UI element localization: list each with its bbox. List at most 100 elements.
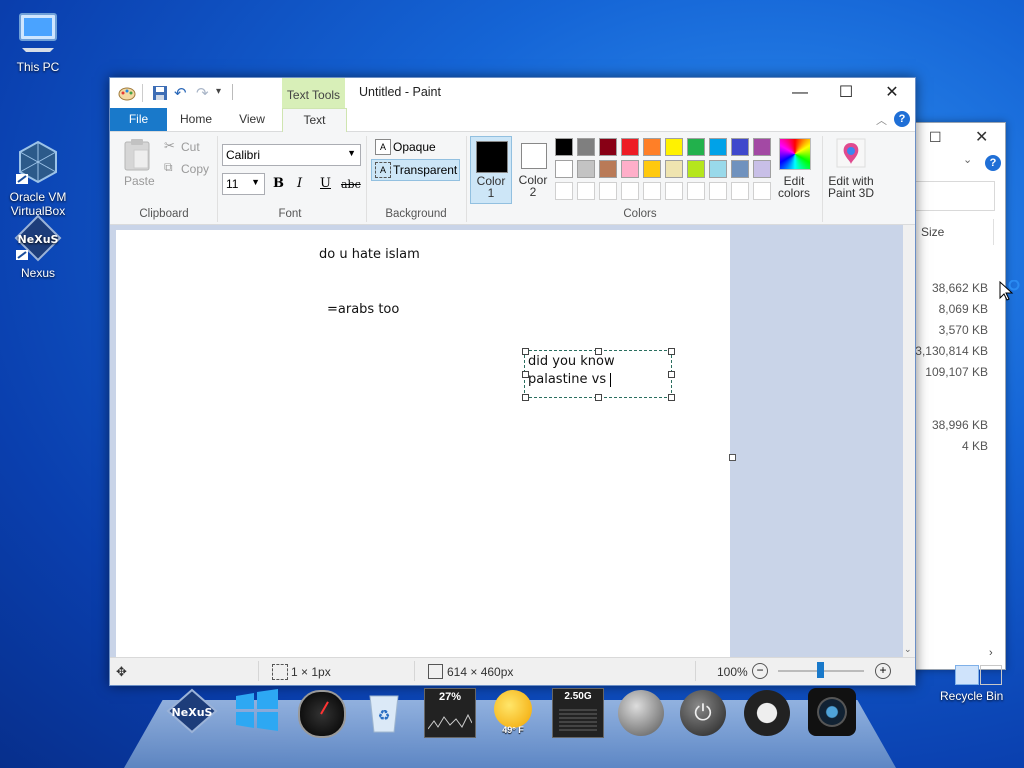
collapse-ribbon-icon[interactable]: ︿ — [876, 112, 887, 128]
canvas-resize-handle[interactable] — [729, 454, 736, 461]
scroll-right-arrow-icon[interactable]: › — [989, 647, 993, 659]
paint-app-icon[interactable] — [118, 84, 136, 102]
chevron-down-icon[interactable]: ⌄ — [963, 153, 972, 166]
media-player-icon[interactable] — [744, 690, 790, 736]
italic-icon[interactable]: I — [297, 176, 302, 191]
palette-swatch[interactable] — [753, 160, 771, 178]
palette-swatch[interactable] — [577, 138, 595, 156]
desktop-icon-label-recycle-bin[interactable]: Recycle Bin — [940, 689, 1003, 703]
redo-icon[interactable]: ↷ — [196, 84, 209, 102]
save-icon[interactable] — [152, 85, 168, 101]
palette-swatch[interactable] — [555, 160, 573, 178]
windows-start-icon[interactable] — [232, 688, 280, 732]
paint3d-icon[interactable] — [836, 138, 866, 168]
search-input[interactable] — [915, 181, 995, 211]
customize-qat-icon[interactable]: ▾ — [216, 86, 221, 97]
cpu-meter-icon[interactable]: 27% — [424, 688, 476, 738]
palette-swatch[interactable] — [665, 138, 683, 156]
zoom-slider-thumb[interactable] — [817, 662, 824, 678]
transparent-button[interactable]: A Transparent — [371, 159, 460, 181]
tab-view[interactable]: View — [227, 108, 277, 131]
strikethrough-icon[interactable]: abc — [341, 178, 361, 191]
palette-swatch[interactable] — [687, 182, 705, 200]
resize-handle[interactable] — [522, 371, 529, 378]
canvas-workspace[interactable]: do u hate islam =arabs too did you know … — [110, 225, 903, 657]
text-box-selection[interactable]: did you know palastine vs — [522, 348, 675, 401]
network-globe-icon[interactable] — [618, 690, 664, 736]
close-icon[interactable]: ✕ — [869, 78, 915, 108]
details-view-icon[interactable] — [955, 665, 979, 685]
palette-swatch[interactable] — [599, 182, 617, 200]
background-explorer-window[interactable]: ☐ ✕ ⌄ ? Size 38,662 KB 8,069 KB 3,570 KB… — [906, 122, 1006, 685]
large-icons-view-icon[interactable] — [980, 665, 1002, 685]
title-bar[interactable]: ↶ ↷ ▾ Text Tools Untitled - Paint — ☐ ✕ — [110, 78, 915, 108]
palette-swatch[interactable] — [665, 160, 683, 178]
paint-window[interactable]: ↶ ↷ ▾ Text Tools Untitled - Paint — ☐ ✕ … — [109, 77, 916, 686]
palette-swatch[interactable] — [643, 138, 661, 156]
maximize-icon[interactable]: ☐ — [823, 78, 869, 108]
drawing-canvas[interactable]: do u hate islam =arabs too did you know … — [116, 230, 730, 657]
palette-swatch[interactable] — [709, 160, 727, 178]
palette-swatch[interactable] — [687, 160, 705, 178]
scroll-down-arrow-icon[interactable]: ⌄ — [904, 644, 912, 655]
resize-handle[interactable] — [522, 394, 529, 401]
resize-handle[interactable] — [668, 371, 675, 378]
cut-icon[interactable]: ✂ — [164, 138, 175, 154]
recycle-bin-icon[interactable]: ♻ — [364, 690, 404, 734]
palette-swatch[interactable] — [753, 138, 771, 156]
resize-handle[interactable] — [595, 394, 602, 401]
paste-icon[interactable] — [122, 138, 152, 172]
help-icon[interactable]: ? — [894, 111, 910, 127]
maximize-icon[interactable]: ☐ — [929, 129, 942, 146]
palette-swatch[interactable] — [687, 138, 705, 156]
font-size-select[interactable]: 11 ▼ — [222, 173, 265, 195]
palette-swatch[interactable] — [555, 138, 573, 156]
edit-colors-button[interactable]: Edit colors — [770, 175, 818, 199]
desktop-icon-nexus[interactable]: NeXuS Nexus — [0, 214, 76, 280]
desktop-icon-this-pc[interactable]: This PC — [0, 8, 76, 74]
palette-swatch[interactable] — [577, 160, 595, 178]
color1-button[interactable]: Color 1 — [470, 136, 512, 204]
edit-with-paint3d-button[interactable]: Edit with Paint 3D — [822, 175, 880, 199]
tab-home[interactable]: Home — [171, 108, 221, 131]
resize-handle[interactable] — [668, 348, 675, 355]
color2-button[interactable]: Color 2 — [515, 136, 551, 202]
column-header-size[interactable]: Size — [921, 225, 944, 239]
palette-swatch[interactable] — [643, 160, 661, 178]
palette-swatch[interactable] — [731, 138, 749, 156]
opaque-button[interactable]: A Opaque — [373, 138, 463, 156]
tab-text[interactable]: Text — [282, 108, 347, 133]
bold-icon[interactable]: B — [273, 176, 284, 191]
power-icon[interactable]: ⏻ — [680, 690, 726, 736]
palette-swatch[interactable] — [709, 182, 727, 200]
tab-file[interactable]: File — [110, 108, 167, 131]
memory-meter-icon[interactable]: 2.50G — [552, 688, 604, 738]
zoom-in-icon[interactable]: + — [875, 663, 891, 679]
resize-handle[interactable] — [668, 394, 675, 401]
edit-colors-icon[interactable] — [779, 138, 811, 170]
palette-swatch[interactable] — [621, 138, 639, 156]
close-icon[interactable]: ✕ — [975, 127, 988, 147]
palette-swatch[interactable] — [599, 138, 617, 156]
palette-swatch[interactable] — [665, 182, 683, 200]
palette-swatch[interactable] — [731, 160, 749, 178]
palette-swatch[interactable] — [709, 138, 727, 156]
minimize-icon[interactable]: — — [777, 78, 823, 108]
paste-button[interactable]: Paste — [124, 174, 155, 188]
cut-button[interactable]: Cut — [181, 140, 200, 154]
palette-swatch[interactable] — [577, 182, 595, 200]
vertical-scrollbar[interactable]: ⌄ — [903, 225, 915, 657]
font-family-select[interactable]: Calibri ▼ — [222, 144, 361, 166]
weather-icon[interactable]: 49° F — [490, 688, 536, 736]
palette-swatch[interactable] — [599, 160, 617, 178]
palette-swatch[interactable] — [555, 182, 573, 200]
palette-swatch[interactable] — [643, 182, 661, 200]
clock-icon[interactable] — [298, 690, 346, 738]
palette-swatch[interactable] — [621, 160, 639, 178]
copy-button[interactable]: Copy — [181, 162, 209, 176]
resize-handle[interactable] — [595, 348, 602, 355]
resize-handle[interactable] — [522, 348, 529, 355]
zoom-out-icon[interactable]: − — [752, 663, 768, 679]
help-icon[interactable]: ? — [985, 155, 1001, 171]
palette-swatch[interactable] — [753, 182, 771, 200]
